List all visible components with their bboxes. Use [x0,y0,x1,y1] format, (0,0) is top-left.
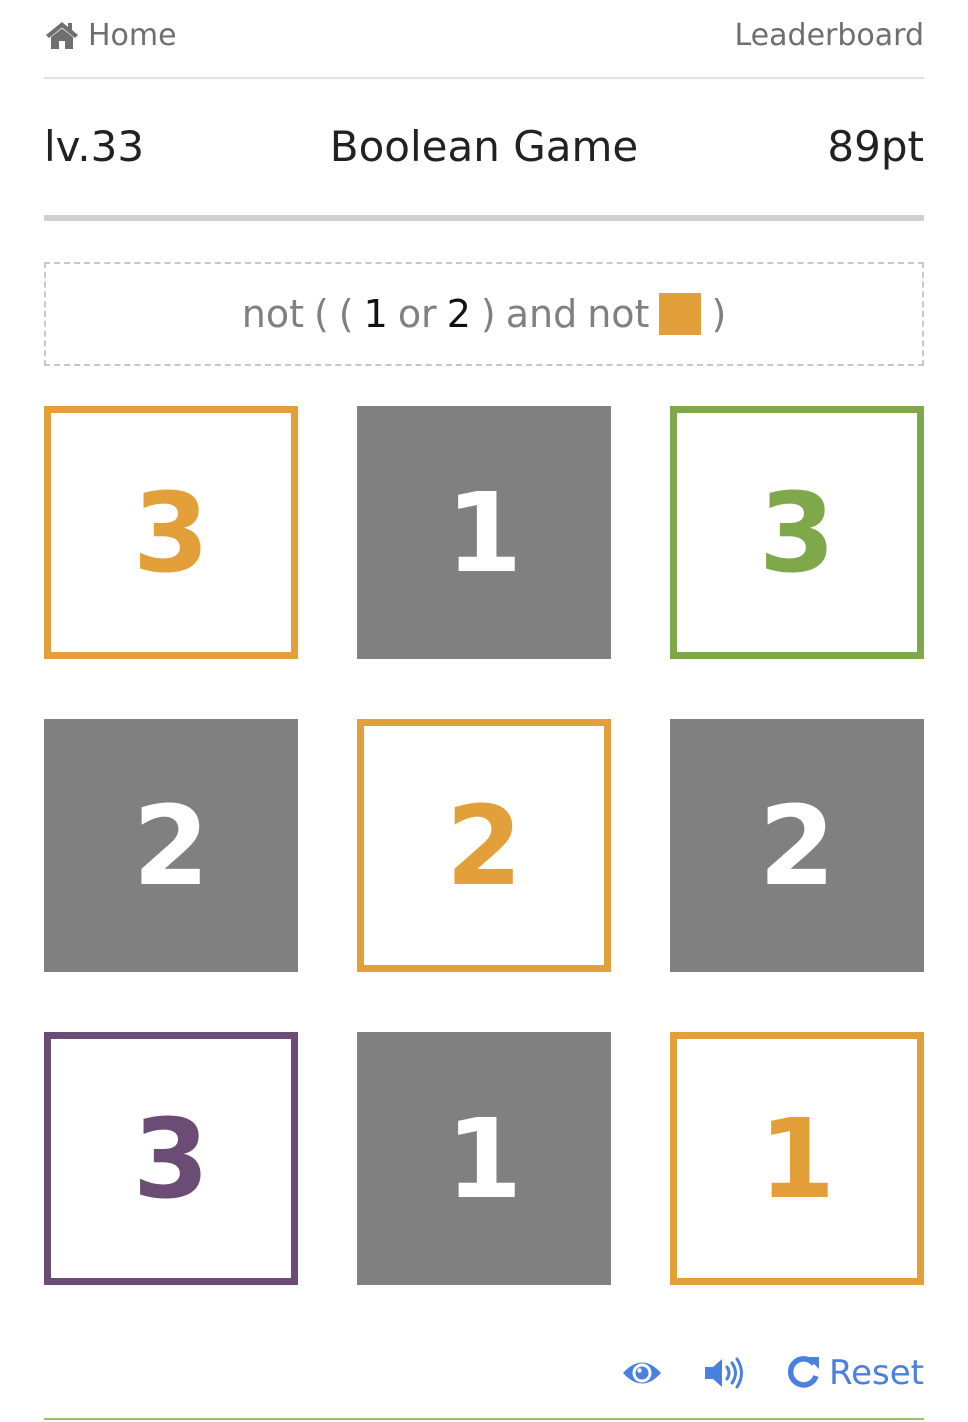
header-divider [44,215,924,221]
expression-operator: or [397,292,437,336]
tile[interactable]: 2 [357,719,611,972]
leaderboard-link[interactable]: Leaderboard [735,18,925,53]
page: Home Leaderboard lv.33 Boolean Game 89pt… [0,0,968,1422]
home-icon [46,22,78,49]
reset-button[interactable]: Reset [785,1353,924,1393]
home-link[interactable]: Home [44,18,177,53]
expression-operator: ) [711,292,727,336]
expression-box: not((1 or 2) and not) [44,262,924,366]
page-title: Boolean Game [329,121,639,171]
reset-label: Reset [829,1353,924,1393]
level-indicator: lv.33 [44,121,145,171]
expression-operator: ) [480,292,496,336]
expression-operator: ( [313,292,329,336]
tile[interactable]: 3 [44,1032,298,1285]
eye-icon [623,1362,662,1384]
redo-icon [787,1356,820,1388]
expression-operator: not [587,292,650,336]
expression-operator: ( [338,292,354,336]
nav-divider [44,77,924,79]
expression-number: 1 [363,292,388,336]
volume-icon [705,1357,744,1389]
points-indicator: 89pt [827,121,924,171]
tile[interactable]: 2 [670,719,924,972]
reveal-button[interactable] [621,1358,663,1388]
tile[interactable]: 3 [670,406,924,659]
color-swatch [659,293,702,335]
sound-button[interactable] [703,1356,745,1390]
tile[interactable]: 1 [670,1032,924,1285]
expression-operator: and [505,292,578,336]
expression-operator: not [241,292,304,336]
tile[interactable]: 1 [357,1032,611,1285]
tile[interactable]: 2 [44,719,298,972]
tile[interactable]: 1 [357,406,611,659]
tile[interactable]: 3 [44,406,298,659]
top-nav: Home Leaderboard [44,12,924,58]
home-label: Home [88,17,177,53]
footer-divider [44,1418,924,1420]
game-header: lv.33 Boolean Game 89pt [44,116,924,176]
expression-number: 2 [446,292,471,336]
footer-controls: Reset [581,1348,924,1398]
